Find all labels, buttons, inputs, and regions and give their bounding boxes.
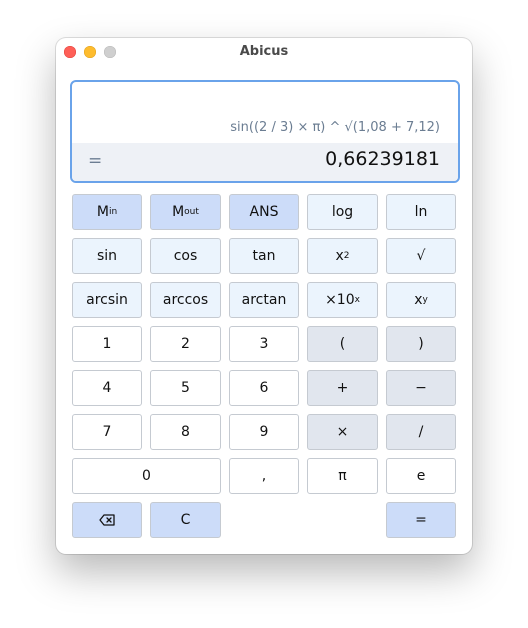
equals-indicator: = <box>88 151 103 171</box>
digit-7-button[interactable]: 7 <box>72 414 142 450</box>
arccos-button[interactable]: arccos <box>150 282 221 318</box>
power-exponent: y <box>422 295 428 305</box>
digit-6-button[interactable]: 6 <box>229 370 299 406</box>
digit-5-button[interactable]: 5 <box>150 370 221 406</box>
tan-button[interactable]: tan <box>229 238 299 274</box>
backspace-button[interactable] <box>72 502 142 538</box>
e-button[interactable]: e <box>386 458 456 494</box>
open-paren-button[interactable]: ( <box>307 326 378 362</box>
expression-text: sin((2 / 3) × π) ^ √(1,08 + 7,12) <box>230 120 440 135</box>
title-bar: Abicus <box>56 38 472 66</box>
memory-out-subscript: out <box>184 207 199 217</box>
digit-9-button[interactable]: 9 <box>229 414 299 450</box>
decimal-comma-button[interactable]: , <box>229 458 299 494</box>
pi-button[interactable]: π <box>307 458 378 494</box>
close-paren-button[interactable]: ) <box>386 326 456 362</box>
square-button[interactable]: x2 <box>307 238 378 274</box>
divide-button[interactable]: / <box>386 414 456 450</box>
window-title: Abicus <box>239 44 289 59</box>
power-button[interactable]: xy <box>386 282 456 318</box>
sqrt-button[interactable]: √ <box>386 238 456 274</box>
log-button[interactable]: log <box>307 194 378 230</box>
cos-button[interactable]: cos <box>150 238 221 274</box>
calculator-window: Abicus sin((2 / 3) × π) ^ √(1,08 + 7,12)… <box>56 38 472 554</box>
backspace-icon <box>99 514 115 526</box>
minus-button[interactable]: − <box>386 370 456 406</box>
result-value: 0,66239181 <box>325 148 440 170</box>
digit-3-button[interactable]: 3 <box>229 326 299 362</box>
sci-base: ×10 <box>325 292 355 308</box>
arcsin-button[interactable]: arcsin <box>72 282 142 318</box>
calculator-display[interactable]: sin((2 / 3) × π) ^ √(1,08 + 7,12) = 0,66… <box>70 80 460 183</box>
scientific-notation-button[interactable]: ×10 x <box>307 282 378 318</box>
sin-button[interactable]: sin <box>72 238 142 274</box>
result-row: = 0,66239181 <box>72 143 458 181</box>
memory-in-button[interactable]: Min <box>72 194 142 230</box>
ln-button[interactable]: ln <box>386 194 456 230</box>
digit-0-button[interactable]: 0 <box>72 458 221 494</box>
multiply-button[interactable]: × <box>307 414 378 450</box>
digit-1-button[interactable]: 1 <box>72 326 142 362</box>
power-base: x <box>414 292 423 308</box>
square-exponent: 2 <box>343 251 350 261</box>
memory-out-label: M <box>172 204 185 220</box>
digit-4-button[interactable]: 4 <box>72 370 142 406</box>
arctan-button[interactable]: arctan <box>229 282 299 318</box>
clear-button[interactable]: C <box>150 502 221 538</box>
digit-2-button[interactable]: 2 <box>150 326 221 362</box>
memory-in-subscript: in <box>108 207 118 217</box>
square-base: x <box>335 248 344 264</box>
sci-exponent: x <box>354 295 360 305</box>
digit-8-button[interactable]: 8 <box>150 414 221 450</box>
memory-in-label: M <box>96 204 109 220</box>
memory-out-button[interactable]: Mout <box>150 194 221 230</box>
equals-button[interactable]: = <box>386 502 456 538</box>
ans-button[interactable]: ANS <box>229 194 299 230</box>
plus-button[interactable]: + <box>307 370 378 406</box>
